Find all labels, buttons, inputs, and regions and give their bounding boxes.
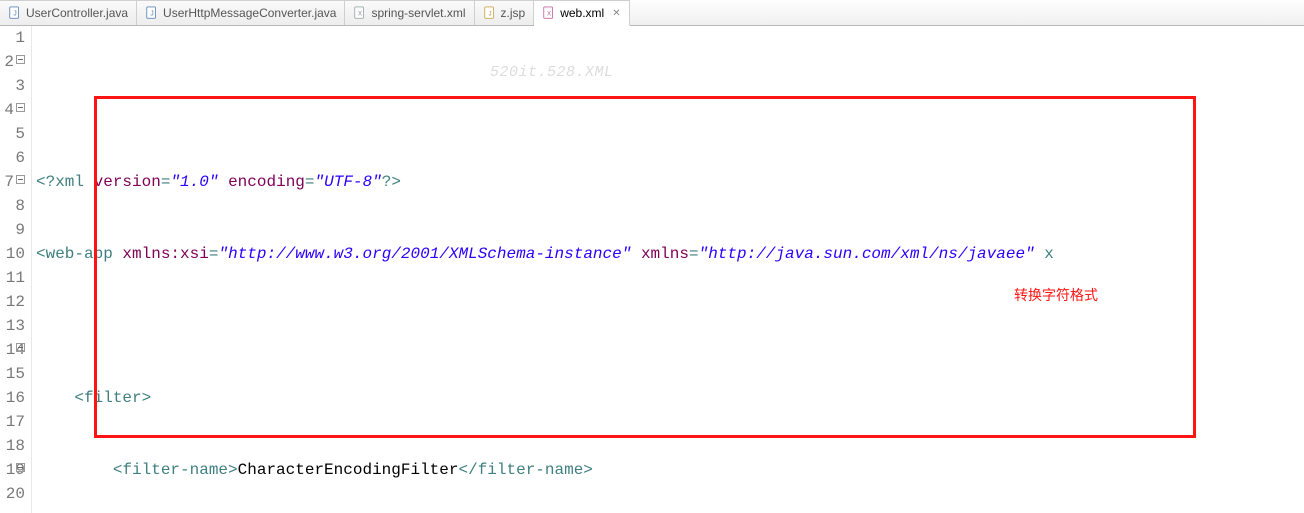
line-number: 2 [0, 50, 25, 74]
java-file-icon: J [8, 6, 22, 20]
line-number-gutter: 1 2 3 4 5 6 7 8 9 10 11 12 13 14 15 16 1… [0, 26, 32, 513]
java-file-icon: J [145, 6, 159, 20]
line-number: 10 [0, 242, 25, 266]
svg-text:X: X [547, 11, 551, 18]
tab-zjsp[interactable]: J z.jsp [475, 0, 535, 25]
close-icon[interactable]: ✕ [612, 8, 620, 19]
fold-toggle-icon[interactable] [16, 175, 25, 184]
line-number: 18 [0, 434, 25, 458]
tab-label: z.jsp [501, 6, 526, 20]
tab-webxml[interactable]: X web.xml ✕ [534, 0, 629, 26]
tab-label: UserController.java [26, 6, 128, 20]
code-line [32, 314, 1304, 338]
svg-text:J: J [150, 11, 154, 18]
line-number: 5 [0, 122, 25, 146]
editor-tabbar: J UserController.java J UserHttpMessageC… [0, 0, 1304, 26]
tab-spring-servlet[interactable]: X spring-servlet.xml [345, 0, 474, 25]
code-line: <filter-name>CharacterEncodingFilter</fi… [32, 458, 1304, 482]
line-number: 8 [0, 194, 25, 218]
fold-toggle-icon[interactable] [16, 55, 25, 64]
line-number: 16 [0, 386, 25, 410]
code-line: <web-app xmlns:xsi="http://www.w3.org/20… [32, 242, 1304, 266]
tab-label: web.xml [560, 6, 604, 20]
line-number: 4 [0, 98, 25, 122]
code-area[interactable]: 520it.528.XML 转换字符格式 <?xml version="1.0"… [32, 26, 1304, 513]
svg-text:J: J [488, 11, 491, 18]
line-number: 12 [0, 290, 25, 314]
fold-toggle-icon[interactable] [16, 103, 25, 112]
tab-userhttpmessageconverter[interactable]: J UserHttpMessageConverter.java [137, 0, 345, 25]
tab-usercontroller[interactable]: J UserController.java [0, 0, 137, 25]
tab-label: spring-servlet.xml [371, 6, 465, 20]
fold-toggle-icon[interactable] [16, 463, 25, 472]
code-editor[interactable]: 1 2 3 4 5 6 7 8 9 10 11 12 13 14 15 16 1… [0, 26, 1304, 513]
line-number: 7 [0, 170, 25, 194]
code-line: <filter> [32, 386, 1304, 410]
line-number: 1 [0, 26, 25, 50]
line-number: 6 [0, 146, 25, 170]
tab-label: UserHttpMessageConverter.java [163, 6, 336, 20]
line-number: 20 [0, 482, 25, 506]
annotation-label: 转换字符格式 [1014, 283, 1098, 307]
svg-text:X: X [358, 11, 362, 18]
xml-file-icon: X [542, 6, 556, 20]
jsp-file-icon: J [483, 6, 497, 20]
svg-text:J: J [13, 11, 17, 18]
line-number: 9 [0, 218, 25, 242]
line-number: 3 [0, 74, 25, 98]
fold-toggle-icon[interactable] [16, 343, 25, 352]
code-line: <?xml version="1.0" encoding="UTF-8"?> [32, 170, 1304, 194]
line-number: 17 [0, 410, 25, 434]
watermark-text: 520it.528.XML [490, 61, 614, 85]
xml-file-icon: X [353, 6, 367, 20]
line-number: 15 [0, 362, 25, 386]
line-number: 13 [0, 314, 25, 338]
line-number: 11 [0, 266, 25, 290]
